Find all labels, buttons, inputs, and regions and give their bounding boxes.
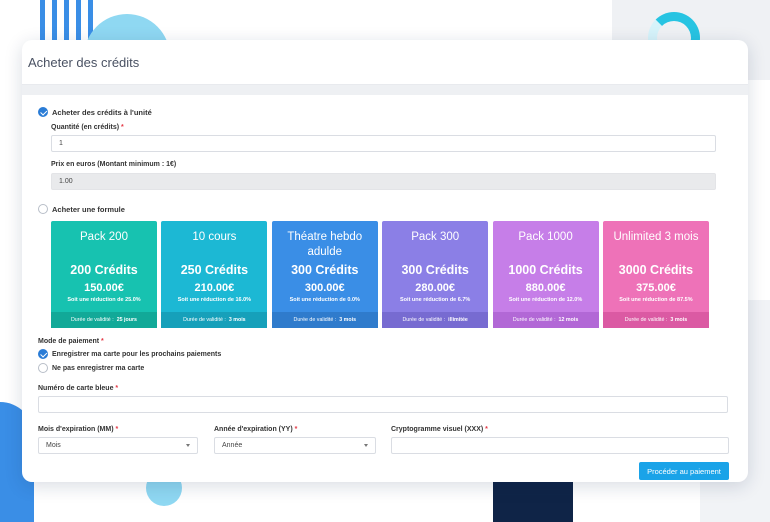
card-number-input[interactable] bbox=[38, 396, 728, 413]
plan-credits: 250 Crédits bbox=[180, 263, 249, 277]
plan-validity: Durée de validité : illimitée bbox=[382, 312, 489, 328]
plan-list: Pack 200 200 Crédits 150.00€ Soit une réduc… bbox=[51, 221, 713, 328]
plan-price: 150.00€ bbox=[84, 282, 124, 294]
unit-option-label: Acheter des crédits à l'unité bbox=[52, 107, 152, 117]
chevron-down-icon bbox=[186, 444, 190, 447]
submit-payment-button[interactable]: Procéder au paiement bbox=[639, 462, 729, 480]
no-save-card-radio-icon[interactable] bbox=[38, 363, 48, 373]
plan-price: 880.00€ bbox=[525, 282, 566, 294]
exp-month-label: Mois d'expiration (MM) * bbox=[38, 426, 119, 433]
plan-card[interactable]: Théatre hebdo adulde 300 Crédits 300.00€ So… bbox=[271, 221, 378, 328]
plan-validity: Durée de validité :12 mois bbox=[492, 312, 599, 328]
purchase-card: Acheter des crédits Acheter des crédits … bbox=[22, 40, 748, 482]
cvv-group: Cryptogramme visuel (XXX) * bbox=[391, 426, 729, 454]
price-label: Prix en euros (Montant minimum : 1€) bbox=[51, 161, 177, 168]
plan-card[interactable]: Unlimited 3 mois 3000 Crédits 375.00€ Soit … bbox=[602, 221, 709, 328]
exp-year-group: Année d'expiration (YY) * Année bbox=[214, 426, 376, 454]
plan-price: 210.00€ bbox=[194, 282, 235, 294]
plan-name: Pack 1000 bbox=[518, 231, 573, 243]
save-card-label: Enregistrer ma carte pour les prochains … bbox=[52, 350, 222, 358]
card-header: Acheter des crédits bbox=[22, 40, 748, 85]
plan-validity: Durée de validité :3 mois bbox=[602, 312, 709, 328]
unit-option-radio-checked-icon[interactable] bbox=[38, 107, 48, 117]
cvv-input[interactable] bbox=[391, 437, 729, 454]
form-content: Acheter des crédits à l'unité Quantité (… bbox=[22, 95, 748, 216]
unit-option[interactable]: Acheter des crédits à l'unité bbox=[38, 105, 732, 119]
formula-option-radio-icon[interactable] bbox=[38, 204, 48, 214]
plan-reduction: Soit une réduction de 87.5% bbox=[619, 297, 693, 303]
payment-section: Mode de paiement * Enregistrer ma carte … bbox=[38, 338, 728, 413]
plan-card[interactable]: 10 cours 250 Crédits 210.00€ Soit une réduc… bbox=[161, 221, 268, 328]
plan-reduction: Soit une réduction de 6.7% bbox=[400, 297, 471, 303]
exp-year-select[interactable]: Année bbox=[214, 437, 376, 454]
exp-month-select[interactable]: Mois bbox=[38, 437, 198, 454]
plan-validity: Durée de validité :3 mois bbox=[161, 312, 268, 328]
formula-option[interactable]: Acheter une formule bbox=[38, 202, 732, 216]
plan-name: Pack 200 bbox=[80, 231, 128, 243]
plan-credits: 1000 Crédits bbox=[508, 263, 583, 277]
payment-mode-label: Mode de paiement * bbox=[38, 338, 104, 345]
formula-option-label: Acheter une formule bbox=[52, 204, 125, 214]
plan-reduction: Soit une réduction de 16.0% bbox=[177, 297, 252, 303]
plan-reduction: Soit une réduction de 12.0% bbox=[508, 297, 583, 303]
plan-validity: Durée de validité :25 jours bbox=[51, 312, 157, 328]
plan-price: 375.00€ bbox=[636, 282, 676, 294]
exp-month-group: Mois d'expiration (MM) * Mois bbox=[38, 426, 198, 454]
quantity-input[interactable]: 1 bbox=[51, 135, 716, 152]
plan-credits: 300 Crédits bbox=[291, 263, 359, 277]
plan-reduction: Soit une réduction de 25.0% bbox=[67, 297, 141, 303]
page-title: Acheter des crédits bbox=[28, 54, 140, 70]
price-input: 1.00 bbox=[51, 173, 716, 190]
plan-card[interactable]: Pack 200 200 Crédits 150.00€ Soit une réduc… bbox=[51, 221, 157, 328]
plan-name: Pack 300 bbox=[411, 231, 460, 243]
plan-card[interactable]: Pack 300 300 Crédits 280.00€ Soit une réduc… bbox=[382, 221, 489, 328]
no-save-card-option[interactable]: Ne pas enregistrer ma carte bbox=[38, 361, 728, 375]
plan-price: 300.00€ bbox=[304, 282, 345, 294]
cvv-label: Cryptogramme visuel (XXX) * bbox=[391, 426, 488, 433]
plan-credits: 200 Crédits bbox=[70, 263, 138, 277]
chevron-down-icon bbox=[364, 444, 368, 447]
plan-name: 10 cours bbox=[192, 231, 237, 243]
plan-validity: Durée de validité :3 mois bbox=[271, 312, 378, 328]
exp-year-label: Année d'expiration (YY) * bbox=[214, 426, 298, 433]
header-divider-band bbox=[22, 85, 748, 95]
plan-credits: 300 Crédits bbox=[401, 263, 469, 277]
plan-card[interactable]: Pack 1000 1000 Crédits 880.00€ Soit une réd… bbox=[492, 221, 599, 328]
plan-credits: 3000 Crédits bbox=[618, 263, 694, 277]
card-number-label: Numéro de carte bleue * bbox=[38, 385, 119, 392]
save-card-radio-checked-icon[interactable] bbox=[38, 349, 48, 359]
save-card-option[interactable]: Enregistrer ma carte pour les prochains … bbox=[38, 347, 728, 361]
no-save-card-label: Ne pas enregistrer ma carte bbox=[52, 364, 145, 372]
plan-name: Théatre hebdo adulde bbox=[287, 231, 363, 258]
plan-name: Unlimited 3 mois bbox=[613, 231, 699, 243]
quantity-label: Quantité (en crédits) * bbox=[51, 124, 124, 131]
plan-price: 280.00€ bbox=[415, 282, 456, 294]
plan-reduction: Soit une réduction de 0.0% bbox=[289, 297, 360, 303]
